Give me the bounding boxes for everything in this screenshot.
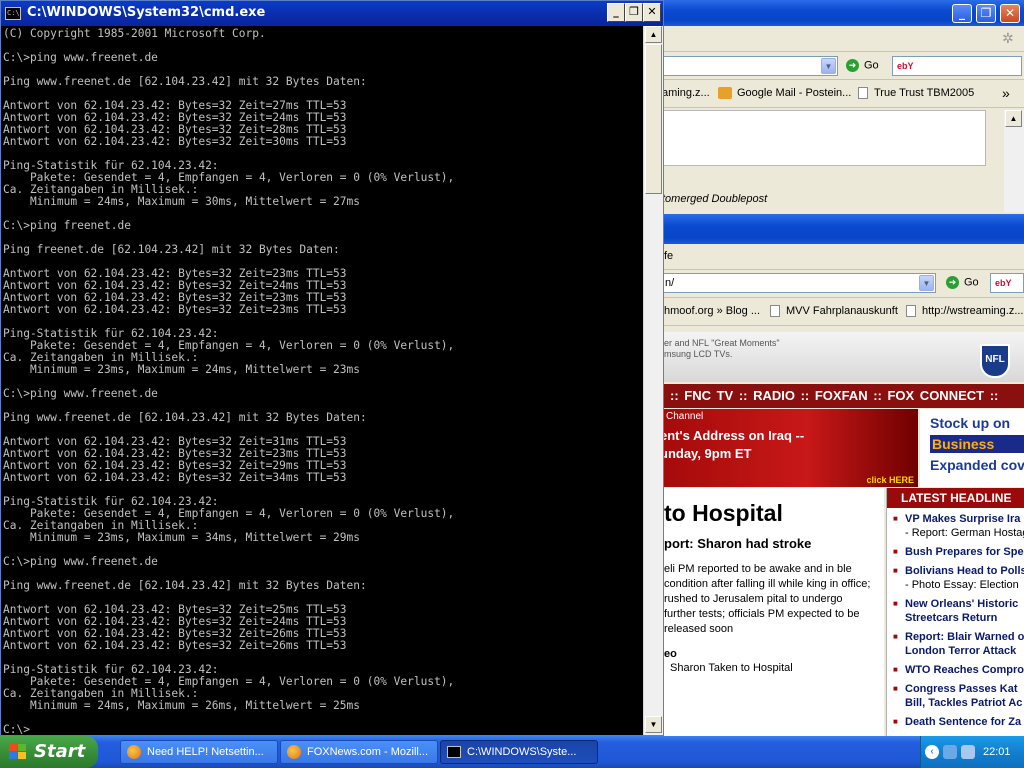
browser-top-navbar: ▼ ➜ Go ebY xyxy=(640,52,1024,80)
business-ad[interactable]: Stock up on Business Expanded cove xyxy=(920,409,1024,487)
banner-channel: Channel xyxy=(666,411,704,422)
taskbar-item-foxnews[interactable]: FOXNews.com - Mozill... xyxy=(280,740,438,764)
browser-fox-navbar: n/ ▼ ➜ Go ebY xyxy=(640,270,1024,298)
cmd-vertical-scrollbar[interactable]: ▲ ▼ xyxy=(643,26,663,735)
headline-item[interactable]: Bush Prepares for Spe xyxy=(893,545,1024,559)
browser-top-scrollbar[interactable]: ▲ xyxy=(1004,110,1024,212)
headline-item[interactable]: Bolivians Head to Polls- Photo Essay: El… xyxy=(893,564,1024,592)
browser-top-titlebar[interactable]: _ ❐ ✕ xyxy=(640,0,1024,26)
go-arrow-icon: ➜ xyxy=(846,59,859,72)
headline-item[interactable]: Death Sentence for Za xyxy=(893,715,1024,729)
browser-fox-search-field[interactable]: ebY xyxy=(990,273,1024,293)
story-video-label: eo xyxy=(664,648,677,660)
story-headline[interactable]: to Hospital xyxy=(664,500,783,527)
fox-nav-bar[interactable]: :: FNC TV :: RADIO :: FOXFAN :: FOX CONN… xyxy=(640,384,1024,408)
bookmark-item[interactable]: hmoof.org » Blog ... xyxy=(664,305,760,317)
network-icon[interactable] xyxy=(943,745,957,759)
browser-window-top[interactable]: _ ❐ ✕ ✲ ▼ ➜ Go ebY aming.z... Google Mail… xyxy=(640,0,1024,214)
page-icon xyxy=(906,305,916,318)
headlines-list: VP Makes Surprise Ira- Report: German Ho… xyxy=(887,508,1024,729)
story-body: eli PM reported to be awake and in ble c… xyxy=(664,563,871,635)
cmd-window-title: C:\WINDOWS\System32\cmd.exe xyxy=(27,5,266,20)
bookmark-item-true-trust[interactable]: True Trust TBM2005 xyxy=(858,87,974,100)
browser-top-address-field[interactable]: ▼ xyxy=(640,56,838,76)
cmd-icon xyxy=(447,746,461,758)
tray-expand-icon[interactable]: ‹ xyxy=(925,745,939,759)
browser-fox-go-button[interactable]: ➜ Go xyxy=(946,276,979,289)
browser-top-page-text: tomerged Doublepost xyxy=(662,193,768,205)
browser-top-go-button[interactable]: ➜ Go xyxy=(846,59,879,72)
go-arrow-icon: ➜ xyxy=(946,276,959,289)
scroll-up-icon[interactable]: ▲ xyxy=(645,26,662,43)
bookmark-item-google-mail[interactable]: Google Mail - Postein... xyxy=(718,87,851,100)
rss-icon xyxy=(718,87,732,100)
windows-logo-icon xyxy=(9,744,27,760)
bookmark-item-wstreaming[interactable]: http://wstreaming.z... xyxy=(906,305,1023,318)
story-video-link[interactable]: Sharon Taken to Hospital xyxy=(670,662,793,674)
page-icon xyxy=(770,305,780,318)
top-story: to Hospital port: Sharon had stroke eli … xyxy=(640,488,884,736)
headlines-title: LATEST HEADLINE xyxy=(887,488,1024,508)
headline-item[interactable]: Congress Passes KatBill, Tackles Patriot… xyxy=(893,682,1024,710)
headline-item[interactable]: WTO Reaches Compro xyxy=(893,663,1024,677)
cmd-minimize-button[interactable]: _ xyxy=(607,3,625,22)
browser-top-menubar: ✲ xyxy=(640,26,1024,52)
menu-item-partial[interactable]: fe xyxy=(664,250,673,262)
browser-fox-menubar: fe xyxy=(640,244,1024,270)
scroll-up-icon[interactable]: ▲ xyxy=(1005,110,1022,127)
firefox-icon xyxy=(127,745,141,759)
browser-top-search-field[interactable]: ebY xyxy=(892,56,1022,76)
cmd-maximize-button[interactable]: ❐ xyxy=(625,3,643,22)
nfl-logo[interactable]: NFL xyxy=(980,344,1010,378)
latest-headlines: LATEST HEADLINE VP Makes Surprise Ira- R… xyxy=(886,488,1024,736)
console-output-area[interactable]: (C) Copyright 1985-2001 Microsoft Corp. … xyxy=(1,26,643,735)
promo-text: er and NFL "Great Moments" msung LCD TVs… xyxy=(664,338,780,359)
browser-top-bookmarks-bar: aming.z... Google Mail - Postein... True… xyxy=(640,80,1024,108)
ebay-search-icon: ebY xyxy=(995,278,1012,288)
promo-strip[interactable]: er and NFL "Great Moments" msung LCD TVs… xyxy=(640,332,1024,382)
cmd-window[interactable]: C:\ C:\WINDOWS\System32\cmd.exe _ ❐ ✕ (C… xyxy=(0,0,664,736)
bookmark-item-mvv[interactable]: MVV Fahrplanauskunft xyxy=(770,305,898,318)
chevron-down-icon[interactable]: ▼ xyxy=(821,58,836,74)
taskbar: Start Need HELP! Netsettin... FOXNews.co… xyxy=(0,736,1024,768)
fox-banner[interactable]: Channel ent's Address on Iraq -- unday, … xyxy=(640,409,918,487)
ebay-search-icon: ebY xyxy=(897,61,914,71)
volume-icon[interactable] xyxy=(961,745,975,759)
browser-top-maximize-button[interactable]: ❐ xyxy=(976,4,996,23)
taskbar-item-need-help[interactable]: Need HELP! Netsettin... xyxy=(120,740,278,764)
browser-top-minimize-button[interactable]: _ xyxy=(952,4,972,23)
browser-top-close-button[interactable]: ✕ xyxy=(1000,4,1020,23)
cmd-close-button[interactable]: ✕ xyxy=(643,3,661,22)
taskbar-item-cmd[interactable]: C:\WINDOWS\Syste... xyxy=(440,740,598,764)
desktop: _ ❐ ✕ ✲ ▼ ➜ Go ebY aming.z... Google Mail… xyxy=(0,0,1024,768)
browser-window-foxnews[interactable]: fe n/ ▼ ➜ Go ebY hmoof.org » Blog ... MVV… xyxy=(640,214,1024,736)
story-subheadline[interactable]: port: Sharon had stroke xyxy=(664,536,811,551)
headline-item[interactable]: VP Makes Surprise Ira- Report: German Ho… xyxy=(893,512,1024,540)
console-text: (C) Copyright 1985-2001 Microsoft Corp. … xyxy=(3,27,455,736)
page-icon xyxy=(858,87,868,100)
browser-top-text-area[interactable] xyxy=(640,110,986,166)
headline-item[interactable]: Report: Blair Warned oLondon Terror Atta… xyxy=(893,630,1024,658)
bookmark-item[interactable]: aming.z... xyxy=(662,87,710,99)
banner-click-here[interactable]: click HERE xyxy=(866,475,914,485)
scroll-down-icon[interactable]: ▼ xyxy=(645,716,662,733)
tray-clock[interactable]: 22:01 xyxy=(983,736,1011,768)
bookmarks-chevron-button[interactable]: » xyxy=(1002,85,1010,101)
system-tray: ‹ 22:01 xyxy=(920,736,1024,768)
browser-fox-titlebar[interactable] xyxy=(640,214,1024,244)
headline-item[interactable]: New Orleans' HistoricStreetcars Return xyxy=(893,597,1024,625)
browser-fox-address-field[interactable]: n/ ▼ xyxy=(640,273,936,293)
browser-fox-bookmarks-bar: hmoof.org » Blog ... MVV Fahrplanauskunf… xyxy=(640,298,1024,326)
banner-headline: ent's Address on Iraq -- unday, 9pm ET xyxy=(660,428,805,461)
cmd-titlebar[interactable]: C:\ C:\WINDOWS\System32\cmd.exe _ ❐ ✕ xyxy=(1,1,663,26)
throbber-icon: ✲ xyxy=(1002,30,1014,46)
cmd-icon[interactable]: C:\ xyxy=(5,7,21,20)
chevron-down-icon[interactable]: ▼ xyxy=(919,275,934,291)
start-button[interactable]: Start xyxy=(0,736,98,768)
firefox-icon xyxy=(287,745,301,759)
scroll-thumb[interactable] xyxy=(645,44,662,194)
